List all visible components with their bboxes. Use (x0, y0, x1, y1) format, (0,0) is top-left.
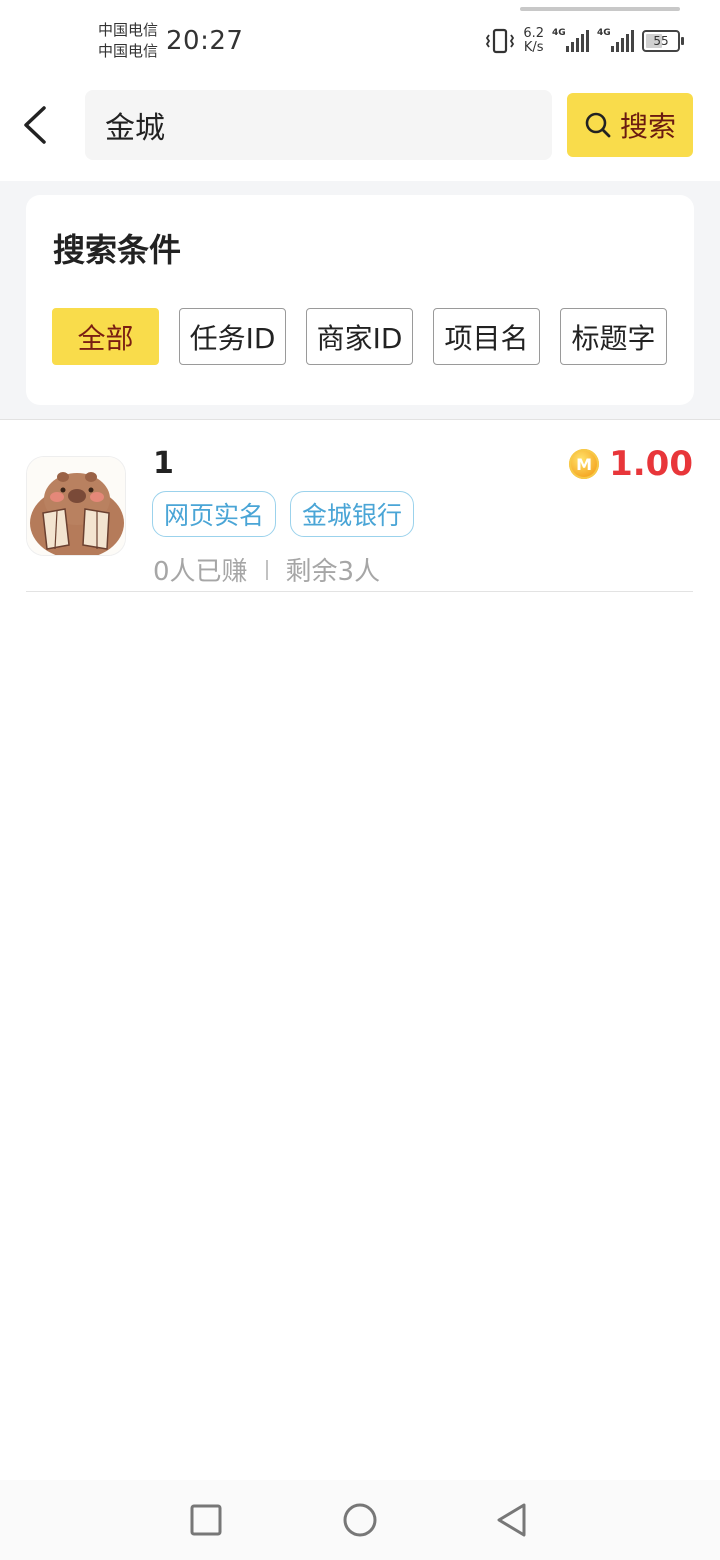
chevron-left-icon (24, 106, 46, 144)
battery-level: 55 (653, 34, 669, 48)
capybara-avatar-icon (27, 457, 125, 555)
carrier-2: 中国电信 (98, 42, 159, 60)
vibrate-icon (486, 28, 515, 54)
task-reward: M 1.00 (569, 444, 693, 484)
reward-amount: 1.00 (609, 444, 693, 484)
square-icon[interactable] (188, 1502, 224, 1538)
status-bar: 中国电信 中国电信 20:27 6.2 K/s 4G 4G 55 (0, 0, 720, 80)
task-earned-count: 0人已赚 (153, 557, 248, 587)
stats-divider (265, 559, 268, 580)
search-conditions-card: 搜索条件 全部 任务ID 商家ID 项目名 标题字 (26, 195, 694, 405)
task-tag-1: 网页实名 (152, 491, 277, 537)
conditions-title: 搜索条件 (53, 231, 182, 269)
condition-chip-task-id[interactable]: 任务ID (179, 308, 286, 365)
signal-icon-2: 4G (597, 28, 634, 52)
task-title: 1 (153, 446, 174, 481)
back-button[interactable] (12, 100, 58, 150)
search-field[interactable] (85, 90, 552, 160)
status-icons: 6.2 K/s 4G 4G 55 (485, 26, 684, 56)
network-speed-unit: K/s (523, 40, 544, 55)
search-icon (585, 112, 611, 138)
battery-icon: 55 (642, 30, 684, 52)
task-tags: 网页实名 金城银行 (152, 491, 415, 537)
signal-icon-1: 4G (552, 28, 589, 52)
network-speed: 6.2 K/s (523, 27, 544, 55)
network-speed-value: 6.2 (523, 26, 544, 41)
search-button[interactable]: 搜索 (567, 93, 693, 157)
task-list-item[interactable]: 1 M 1.00 网页实名 金城银行 0人已赚 剩余3人 (26, 440, 693, 592)
network-type-2: 4G (597, 28, 611, 38)
system-nav-bar (0, 1480, 720, 1560)
network-type-1: 4G (552, 28, 566, 38)
coin-icon: M (569, 449, 600, 479)
task-avatar (26, 456, 126, 556)
top-indicator (520, 7, 680, 11)
condition-chip-project-name[interactable]: 项目名 (433, 308, 540, 365)
condition-chip-all[interactable]: 全部 (52, 308, 159, 365)
condition-chip-merchant-id[interactable]: 商家ID (306, 308, 413, 365)
carrier-1: 中国电信 (98, 21, 159, 39)
condition-chip-title-keyword[interactable]: 标题字 (560, 308, 667, 365)
triangle-back-icon[interactable] (494, 1502, 530, 1538)
task-stats: 0人已赚 剩余3人 (153, 551, 380, 588)
clock: 20:27 (166, 26, 244, 56)
task-tag-2: 金城银行 (290, 491, 415, 537)
search-input[interactable] (103, 106, 534, 144)
task-remaining-count: 剩余3人 (285, 557, 381, 587)
carrier-labels: 中国电信 中国电信 (98, 20, 158, 62)
search-button-label: 搜索 (619, 110, 676, 143)
circle-icon[interactable] (340, 1502, 380, 1538)
